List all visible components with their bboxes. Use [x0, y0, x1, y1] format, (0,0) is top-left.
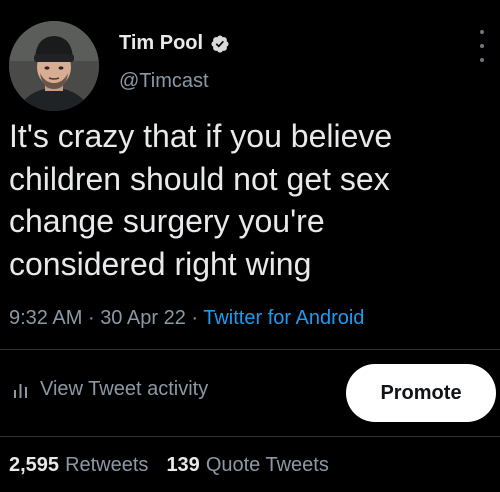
more-dot [480, 44, 484, 48]
more-dot [480, 30, 484, 34]
tweet-time[interactable]: 9:32 AM [9, 307, 82, 329]
retweets-label: Retweets [65, 454, 149, 476]
meta-separator: · [191, 307, 199, 329]
author-display-name[interactable]: Tim Pool [119, 32, 203, 55]
author-handle[interactable]: @Timcast [119, 70, 209, 93]
meta-separator: · [87, 307, 95, 329]
tweet-meta: 9:32 AM · 30 Apr 22 · Twitter for Androi… [9, 307, 364, 330]
retweets-count: 2,595 [9, 454, 60, 476]
tweet-stats: 2,595 Retweets 139 Quote Tweets [9, 454, 329, 477]
promote-button[interactable]: Promote [346, 364, 496, 422]
tweet-source-link[interactable]: Twitter for Android [203, 307, 364, 329]
more-dot [480, 58, 484, 62]
quote-tweets-stat[interactable]: 139 Quote Tweets [166, 454, 328, 477]
divider [0, 349, 500, 350]
quote-tweets-label: Quote Tweets [205, 454, 329, 476]
tweet-text: It's crazy that if you believe children … [9, 118, 393, 282]
tweet-card: Tim Pool @Timcast It's crazy that if you… [0, 0, 500, 492]
retweets-stat[interactable]: 2,595 Retweets [9, 454, 148, 477]
more-options-icon[interactable] [476, 30, 488, 62]
view-tweet-activity-link[interactable]: View Tweet activity [12, 378, 208, 401]
author-row: Tim Pool [119, 32, 230, 55]
tweet-date[interactable]: 30 Apr 22 [100, 307, 186, 329]
view-tweet-activity-label: View Tweet activity [40, 378, 209, 400]
verified-badge-icon [211, 34, 229, 53]
quote-tweets-count: 139 [166, 454, 200, 476]
divider [0, 436, 500, 437]
avatar[interactable] [9, 21, 99, 111]
bar-chart-icon [14, 383, 27, 398]
avatar-image [9, 21, 99, 111]
